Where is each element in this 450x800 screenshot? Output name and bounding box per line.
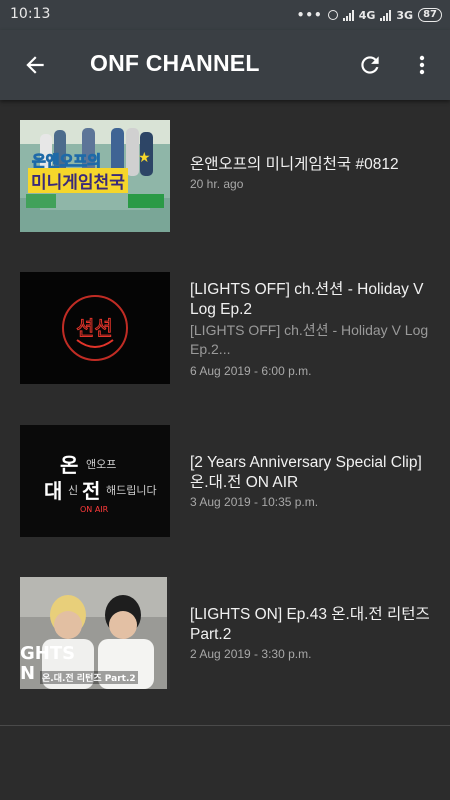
page-title: ONF CHANNEL (90, 50, 260, 76)
status-bar: 10:13 ••• 4G 3G 87 (0, 0, 450, 30)
thumbnail-caption-sin: 신 (68, 484, 79, 497)
video-text: [LIGHTS ON] Ep.43 온.대.전 리턴즈 Part.2 2 Aug… (190, 605, 430, 661)
thumbnail-caption-onair: ON AIR (80, 505, 109, 514)
video-title: 온앤오프의 미니게임천국 #0812 (190, 156, 399, 173)
video-item[interactable]: GHTS N 온.대.전 리턴즈 Part.2 [LIGHTS ON] Ep.4… (0, 557, 450, 697)
video-title: [LIGHTS OFF] ch.션션 - Holiday V Log Ep.2 (190, 281, 424, 318)
signal-icon-2 (380, 9, 392, 21)
network-type-2: 3G (396, 8, 414, 22)
refresh-icon[interactable] (357, 52, 383, 78)
video-text: 온앤오프의 미니게임천국 #0812 20 hr. ago (190, 155, 430, 191)
video-item[interactable]: 션션 [LIGHTS OFF] ch.션션 - Holiday V Log Ep… (0, 252, 450, 392)
more-vert-icon[interactable] (410, 52, 434, 78)
thumbnail-caption-onf: 앤오프 (86, 458, 117, 471)
notification-dots-icon: ••• (296, 8, 323, 22)
battery-icon: 87 (418, 8, 442, 22)
thumbnail-caption: 션션 (76, 316, 114, 341)
thumbnail-caption-subtitle: 온.대.전 리턴즈 Part.2 (40, 671, 138, 684)
video-title: [2 Years Anniversary Special Clip] 온.대.전… (190, 454, 422, 491)
star-icon: ★ (138, 150, 151, 166)
thumbnail-caption-end: 해드립니다 (106, 484, 157, 497)
thumbnail-caption-jeon: 전 (82, 479, 101, 503)
video-date: 3 Aug 2019 - 10:35 p.m. (190, 495, 319, 509)
video-thumbnail[interactable]: 온앤오프의 미니게임천국 ★ (20, 120, 170, 232)
video-title: [LIGHTS ON] Ep.43 온.대.전 리턴즈 Part.2 (190, 606, 430, 643)
video-text: [LIGHTS OFF] ch.션션 - Holiday V Log Ep.2 … (190, 280, 430, 378)
status-time: 10:13 (10, 6, 51, 22)
arrow-left-icon[interactable] (22, 52, 48, 78)
video-date: 2 Aug 2019 - 3:30 p.m. (190, 647, 312, 661)
video-item[interactable]: 온 앤오프 대 신 전 해드립니다 ON AIR [2 Years Annive… (0, 405, 450, 545)
video-date: 6 Aug 2019 - 6:00 p.m. (190, 364, 312, 378)
video-item[interactable]: 온앤오프의 미니게임천국 ★ 온앤오프의 미니게임천국 #0812 20 hr.… (0, 100, 450, 240)
thumbnail-caption-on: 온 (60, 453, 79, 477)
app-toolbar: ONF CHANNEL (0, 30, 450, 100)
alarm-icon (327, 10, 338, 20)
video-thumbnail[interactable]: GHTS N 온.대.전 리턴즈 Part.2 (20, 577, 170, 689)
network-type-1: 4G (358, 8, 376, 22)
video-text: [2 Years Anniversary Special Clip] 온.대.전… (190, 453, 430, 509)
thumbnail-caption-lights: GHTS (20, 643, 76, 664)
video-description: [LIGHTS OFF] ch.션션 - Holiday V Log Ep.2.… (190, 322, 429, 357)
video-thumbnail[interactable]: 온 앤오프 대 신 전 해드립니다 ON AIR (20, 425, 170, 537)
signal-icon (342, 9, 354, 21)
list-bottom-divider (0, 725, 450, 726)
thumbnail-caption-on: N (20, 663, 36, 684)
video-date: 20 hr. ago (190, 177, 244, 191)
status-icons: ••• 4G 3G 87 (297, 5, 442, 25)
video-thumbnail[interactable]: 션션 (20, 272, 170, 384)
thumbnail-caption-main: 미니게임천국 (28, 168, 128, 193)
thumbnail-caption-dae: 대 (44, 479, 63, 503)
